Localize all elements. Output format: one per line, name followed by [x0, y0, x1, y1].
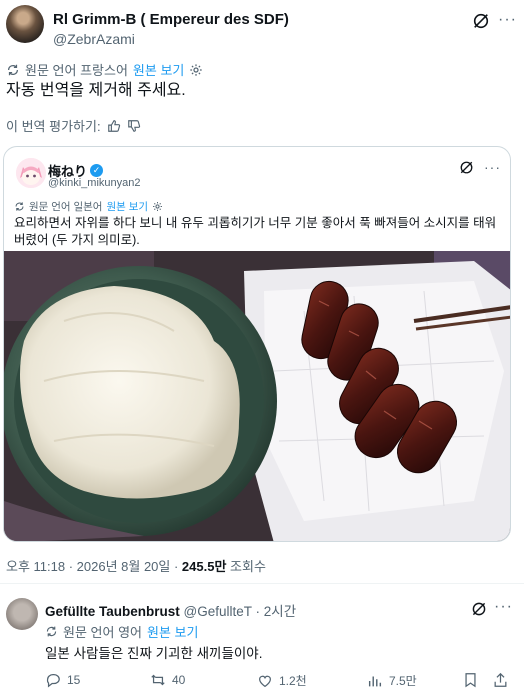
gear-icon[interactable] [189, 63, 203, 77]
reply-text: 일본 사람들은 진짜 기괴한 새끼들이야. [45, 646, 263, 661]
quote-show-original-link[interactable]: 원본 보기 [106, 199, 148, 214]
reply-handle[interactable]: @GefullteT [184, 604, 252, 619]
more-icon[interactable]: ··· [494, 598, 513, 616]
reply-actions: 15 40 1.2천 7.5만 [45, 672, 515, 692]
translation-notice: 원문 언어 프랑스어 원본 보기 [6, 60, 203, 79]
reply-button[interactable]: 15 [45, 672, 80, 688]
gear-icon[interactable] [152, 201, 163, 212]
reply-source-language: 원문 언어 영어 [63, 625, 142, 640]
repost-icon [151, 674, 165, 686]
reply-count: 15 [67, 673, 81, 687]
reply-translation-notice: 원문 언어 영어 원본 보기 [45, 622, 198, 641]
quote-source-language: 원문 언어 일본어 [29, 201, 103, 213]
post-meta: 오후 11:18 · 2026년 8월 20일 · 245.5만 조회수 [6, 556, 266, 575]
reply-view-count: 7.5만 [389, 674, 417, 688]
reply-icon [46, 674, 60, 688]
quote-handle[interactable]: @kinki_mikunyan2 [48, 177, 141, 189]
quote-translation-notice: 원문 언어 일본어 원본 보기 [14, 199, 163, 214]
quoted-post[interactable]: 梅ねり ✓ @kinki_mikunyan2 ··· 원문 언어 일본어 원본 … [3, 146, 511, 542]
like-button[interactable]: 1.2천 [257, 672, 307, 689]
source-language-label: 원문 언어 프랑스어 [25, 63, 128, 78]
author-handle[interactable]: @ZebrAzami [53, 31, 135, 47]
reply-avatar[interactable] [6, 598, 38, 630]
show-original-link[interactable]: 원본 보기 [133, 60, 184, 79]
view-count: 245.5만 [181, 559, 227, 574]
reply-time[interactable]: · 2시간 [256, 604, 297, 619]
quote-text: 요리하면서 자위를 하다 보니 내 유두 괴롭히기가 너무 기분 좋아서 푹 빠… [14, 216, 497, 247]
bookmark-icon [465, 673, 476, 688]
views-icon [368, 676, 382, 686]
grok-icon[interactable] [471, 601, 487, 617]
rate-translation: 이 번역 평가하기: [6, 116, 141, 135]
quote-avatar[interactable] [16, 158, 46, 188]
post-author: Rl Grimm-B ( Empereur des SDF) @ZebrAzam… [6, 5, 518, 49]
repost-count: 40 [172, 673, 186, 687]
share-icon [494, 672, 507, 687]
thumbs-down-icon[interactable] [127, 119, 141, 133]
rate-translation-label: 이 번역 평가하기: [6, 119, 101, 134]
like-icon [259, 675, 271, 687]
reply-author-name[interactable]: Gefüllte Taubenbrust [45, 604, 180, 619]
repost-button[interactable]: 40 [150, 672, 185, 688]
verified-icon: ✓ [90, 164, 104, 177]
like-count: 1.2천 [279, 674, 307, 688]
reply-show-original-link[interactable]: 원본 보기 [147, 622, 198, 641]
more-icon[interactable]: ··· [484, 159, 501, 175]
translate-icon [15, 202, 24, 211]
post-text: 자동 번역을 제거해 주세요. [6, 82, 186, 99]
grok-icon[interactable] [472, 12, 490, 30]
author-avatar[interactable] [6, 5, 44, 43]
view-count-label: 조회수 [226, 559, 266, 574]
views-button[interactable]: 7.5만 [367, 672, 417, 689]
author-name[interactable]: Rl Grimm-B ( Empereur des SDF) [53, 11, 289, 28]
more-icon[interactable]: ··· [498, 11, 517, 29]
quote-photo[interactable] [4, 251, 511, 542]
translate-icon [8, 64, 18, 75]
translate-icon [46, 626, 57, 637]
bookmark-button[interactable] [463, 672, 478, 688]
reply-header: Gefüllte Taubenbrust @GefullteT · 2시간 [45, 600, 296, 620]
thumbs-up-icon[interactable] [107, 119, 121, 133]
reply-post[interactable]: Gefüllte Taubenbrust @GefullteT · 2시간 ··… [0, 584, 524, 700]
grok-icon[interactable] [459, 160, 474, 175]
post-time-date[interactable]: 오후 11:18 · 2026년 8월 20일 · [6, 559, 182, 574]
share-button[interactable] [493, 672, 508, 688]
